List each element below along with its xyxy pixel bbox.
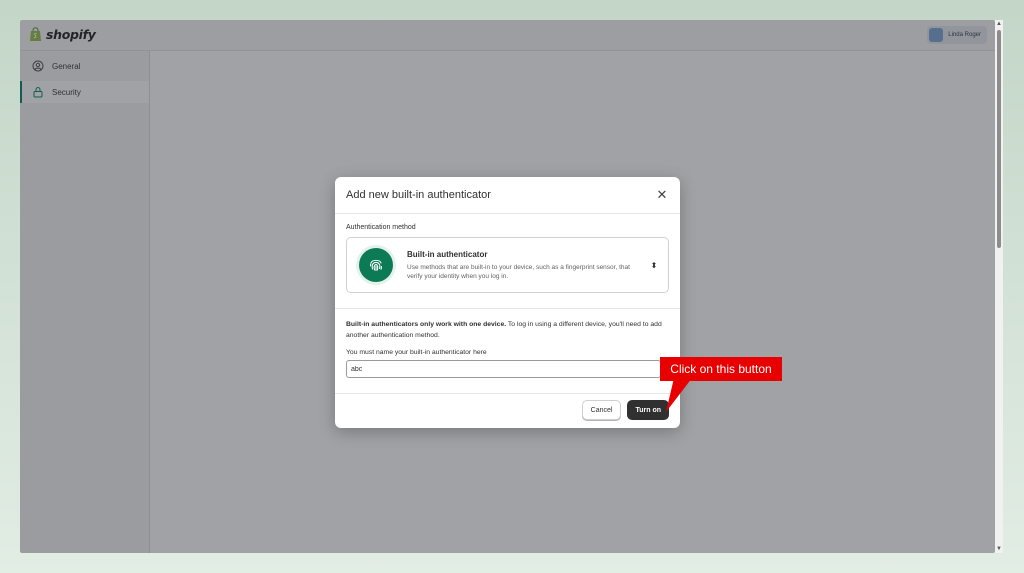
info-text: Built-in authenticators only work with o… (346, 319, 669, 341)
authenticator-name-section: Built-in authenticators only work with o… (335, 309, 680, 394)
auth-method-section: Authentication method Built-in authentic… (335, 214, 680, 309)
auth-method-select[interactable]: Built-in authenticator Use methods that … (346, 237, 669, 293)
auth-method-text: Built-in authenticator Use methods that … (407, 250, 636, 281)
add-authenticator-modal: Add new built-in authenticator ✕ Authent… (335, 177, 680, 428)
vertical-scrollbar[interactable]: ▲ ▼ (995, 20, 1003, 553)
scroll-thumb[interactable] (997, 30, 1001, 248)
close-icon[interactable]: ✕ (655, 187, 669, 202)
authenticator-name-label: You must name your built-in authenticato… (346, 349, 487, 356)
auth-method-label: Authentication method (346, 224, 416, 231)
auth-method-description: Use methods that are built-in to your de… (407, 263, 630, 280)
modal-header: Add new built-in authenticator ✕ (335, 177, 680, 214)
select-chevron-icon: ⬍ (650, 260, 658, 270)
modal-footer: Cancel Turn on (335, 392, 680, 428)
fingerprint-icon (369, 259, 382, 272)
cancel-button[interactable]: Cancel (581, 400, 622, 420)
info-text-bold: Built-in authenticators only work with o… (346, 321, 507, 328)
modal-title: Add new built-in authenticator (346, 189, 491, 201)
authenticator-name-input[interactable] (346, 360, 661, 378)
fingerprint-badge (359, 248, 393, 282)
scroll-up-arrow-icon[interactable]: ▲ (996, 21, 1002, 27)
auth-method-title: Built-in authenticator (407, 249, 488, 259)
callout-pointer (666, 378, 692, 412)
scroll-down-arrow-icon[interactable]: ▼ (996, 546, 1002, 552)
